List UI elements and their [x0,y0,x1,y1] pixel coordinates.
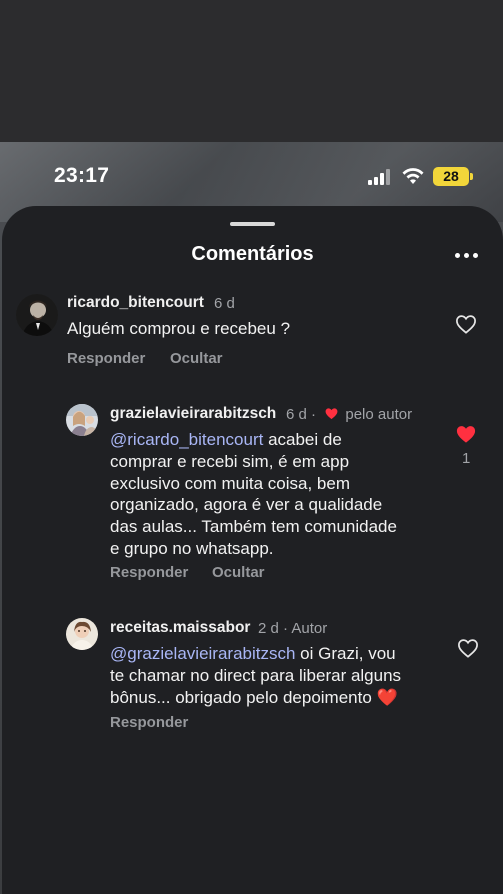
comment-text-line: oi Grazi, vou [295,644,396,663]
comment-text-line: bônus... obrigado pelo depoimento ❤️ [110,687,398,707]
comment-text-line: organizado, agora é ver a qualidade [110,495,383,515]
hide-button[interactable]: Ocultar [212,564,265,581]
status-bar: 23:17 28 [0,142,503,210]
top-blank-area [0,0,503,142]
like-heart-icon[interactable] [455,314,477,334]
comment-meta: 6 d · pelo autor [286,406,412,423]
like-count: 1 [462,450,471,467]
comment-text-line: e grupo no whatsapp. [110,538,274,558]
comment-username[interactable]: ricardo_bitencourt [67,294,204,312]
wifi-icon [402,168,424,184]
comment-age: 6 d · [286,406,317,423]
liked-heart-icon[interactable] [455,424,477,444]
author-like-heart-icon [325,408,338,420]
comment-age: 6 d [214,295,235,312]
author-badge: pelo autor [345,406,413,423]
comment-age: 2 d · Autor [258,620,328,637]
comment-text: Alguém comprou e recebeu ? [67,319,291,338]
signal-icon [368,169,390,185]
reply-button[interactable]: Responder [110,564,188,581]
battery-indicator: 28 [433,167,473,186]
comment-text: @grazielavieirarabitzsch oi Grazi, vou t… [110,643,450,708]
reply-button[interactable]: Responder [67,350,145,367]
hide-button[interactable]: Ocultar [170,350,223,367]
avatar[interactable] [66,404,98,436]
status-time: 23:17 [54,164,110,187]
comment-text-line: comprar e recebi sim, é em app [110,451,350,471]
mention-link[interactable]: @ricardo_bitencourt [110,430,263,449]
comment-text-line: acabei de [263,430,342,449]
more-options-icon[interactable] [455,249,479,261]
mention-link[interactable]: @grazielavieirarabitzsch [110,644,295,663]
comment-text: @ricardo_bitencourt acabei de comprar e … [110,429,450,560]
comment-username[interactable]: receitas.maissabor [110,619,250,637]
comment-text-line: das aulas... Também tem comunidade [110,517,397,537]
comment-text-line: exclusivo com muita coisa, bem [110,473,350,493]
comments-sheet: Comentários ricardo_bitencourt 6 d Algué… [2,206,503,894]
like-heart-icon[interactable] [457,638,479,658]
comment-username[interactable]: grazielavieirarabitzsch [110,405,276,423]
avatar[interactable] [66,618,98,650]
comment-text-line: te chamar no direct para liberar alguns [110,665,402,685]
avatar[interactable] [16,294,58,336]
reply-button[interactable]: Responder [110,714,188,731]
sheet-grabber[interactable] [230,222,275,226]
sheet-title: Comentários [191,243,314,265]
phone-screen: 23:17 28 Comentários ricardo_bitencourt … [0,142,503,894]
